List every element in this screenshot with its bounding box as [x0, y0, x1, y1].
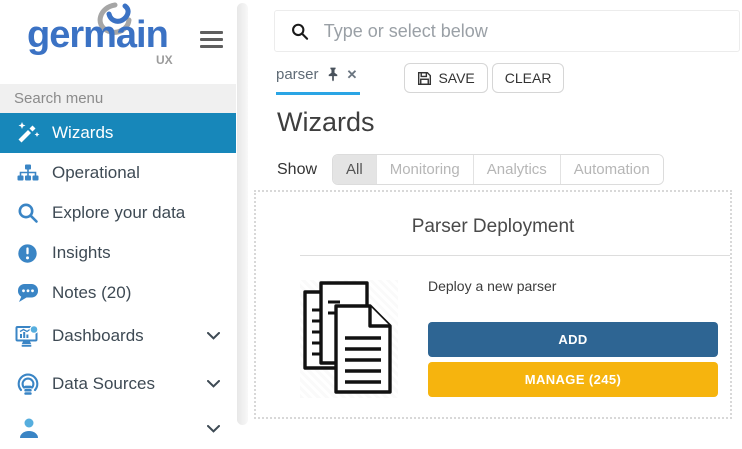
sidebar-item-partial[interactable]	[0, 409, 236, 449]
sidebar-item-dashboards[interactable]: Dashboards	[0, 313, 236, 359]
global-search[interactable]	[274, 10, 740, 52]
card-description: Deploy a new parser	[428, 278, 718, 294]
close-icon[interactable]: ✕	[347, 67, 358, 83]
card-divider	[300, 255, 730, 256]
database-icon	[14, 373, 41, 396]
clear-label: CLEAR	[505, 70, 552, 86]
floppy-icon	[417, 71, 432, 86]
sidebar-item-operational[interactable]: Operational	[0, 153, 236, 193]
sidebar-item-label: Operational	[52, 163, 140, 183]
wand-icon	[14, 121, 41, 145]
chat-bubble-icon	[14, 283, 41, 303]
sidebar-item-data-sources[interactable]: Data Sources	[0, 359, 236, 409]
chevron-down-icon[interactable]	[207, 380, 220, 388]
chevron-down-icon[interactable]	[207, 332, 220, 340]
tab-label: parser	[276, 66, 319, 83]
alert-circle-icon	[14, 243, 41, 264]
sidebar-search-input[interactable]	[0, 89, 236, 108]
filter-all[interactable]: All	[333, 155, 376, 184]
chevron-down-icon[interactable]	[207, 425, 220, 433]
sitemap-icon	[14, 164, 41, 183]
hamburger-menu-icon[interactable]	[200, 27, 223, 52]
search-icon	[291, 22, 309, 41]
sidebar-item-wizards[interactable]: Wizards	[0, 113, 236, 153]
card-title: Parser Deployment	[256, 216, 730, 238]
sidebar-item-notes[interactable]: Notes (20)	[0, 273, 236, 313]
page-title: Wizards	[277, 107, 375, 138]
manage-button[interactable]: MANAGE (245)	[428, 362, 718, 397]
filter-group: All Monitoring Analytics Automation	[332, 154, 664, 185]
sidebar-item-explore[interactable]: Explore your data	[0, 193, 236, 233]
documents-icon	[300, 278, 428, 398]
save-button[interactable]: SAVE	[404, 63, 487, 93]
sidebar-item-label: Dashboards	[52, 326, 144, 346]
brand-logo: germain UX	[0, 0, 236, 84]
brand-sub: UX	[156, 53, 173, 67]
sidebar-item-label: Data Sources	[52, 374, 155, 394]
sidebar-search[interactable]	[0, 84, 236, 113]
clear-button[interactable]: CLEAR	[492, 63, 565, 93]
filter-monitoring[interactable]: Monitoring	[376, 155, 473, 184]
monitor-chart-icon	[14, 325, 41, 348]
global-search-input[interactable]	[322, 20, 739, 43]
tab-bar: parser ✕ SAVE CLEAR	[276, 63, 564, 95]
pin-icon[interactable]	[327, 67, 339, 82]
sidebar-item-label: Notes (20)	[52, 283, 131, 303]
brand-name: germain	[27, 16, 168, 54]
show-label: Show	[277, 161, 317, 179]
sidebar-item-label: Insights	[52, 243, 111, 263]
filter-row: Show All Monitoring Analytics Automation	[277, 154, 664, 185]
search-icon	[14, 202, 41, 224]
filter-automation[interactable]: Automation	[560, 155, 663, 184]
vertical-scrollbar[interactable]	[237, 3, 248, 425]
sidebar: germain UX Wizards	[0, 0, 236, 428]
tab-parser[interactable]: parser ✕	[276, 63, 360, 95]
add-button[interactable]: ADD	[428, 322, 718, 357]
sidebar-item-label: Explore your data	[52, 203, 185, 223]
main-content: parser ✕ SAVE CLEAR Wizards Show All	[252, 0, 742, 428]
sidebar-item-insights[interactable]: Insights	[0, 233, 236, 273]
partial-icon	[14, 418, 41, 440]
save-label: SAVE	[438, 70, 474, 86]
parser-deployment-card: Parser Deployment Deploy a new	[254, 190, 732, 419]
sidebar-item-label: Wizards	[52, 123, 113, 143]
filter-analytics[interactable]: Analytics	[473, 155, 560, 184]
